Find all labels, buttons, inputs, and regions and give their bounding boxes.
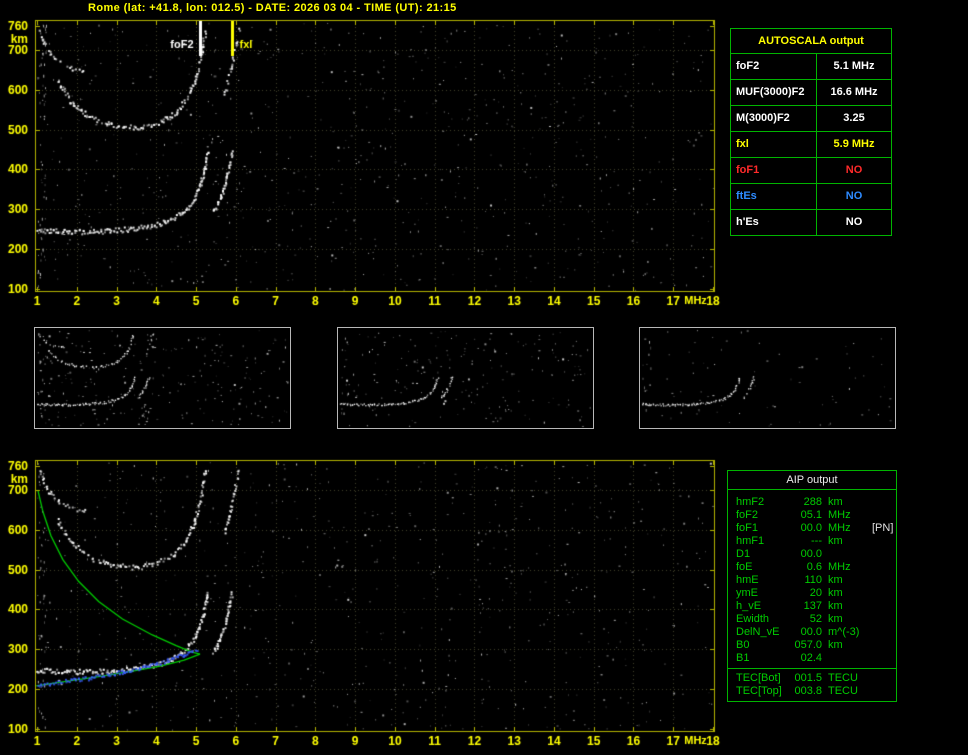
aip-row-unit: km xyxy=(828,600,843,612)
station-date-title: Rome (lat: +41.8, lon: 012.5) - DATE: 20… xyxy=(88,2,457,14)
parameter-value: 3.25 xyxy=(843,112,865,124)
aip-row-b0: B0 057.0 km xyxy=(736,639,896,652)
parameter-value: 5.1 MHz xyxy=(833,60,875,72)
aip-row-label: TEC[Bot] xyxy=(736,672,781,684)
aip-row-value: 02.4 xyxy=(800,652,822,664)
aip-row-hme: hmE 110 km xyxy=(736,574,896,587)
aip-row-value: 288 xyxy=(803,496,822,508)
aip-row-unit: MHz xyxy=(828,509,851,521)
aip-output-title: AIP output xyxy=(728,471,896,490)
parameter-value: NO xyxy=(845,216,863,228)
aip-row-unit: km xyxy=(828,496,843,508)
aip-row-delnve: DelN_vE 00.0 m^(-3) xyxy=(736,626,896,639)
aip-row-label: hmE xyxy=(736,574,759,586)
autoscala-row-fxl: fxl 5.9 MHz xyxy=(731,132,891,158)
parameter-label: h'Es xyxy=(731,210,817,235)
thumbnail-evidence-f2: evidence F2 trace xyxy=(639,327,896,429)
aip-row-value: 003.8 xyxy=(794,685,822,697)
aip-row-label: D1 xyxy=(736,548,751,560)
thumbnail-original-ionogram: original ionogram resized xyxy=(34,327,291,429)
aip-row-hmf2: hmF2 288 km xyxy=(736,496,896,509)
aip-row-unit: MHz xyxy=(828,561,851,573)
aip-row-tectop: TEC[Top] 003.8 TECU xyxy=(736,685,896,698)
autoscala-output-panel: AUTOSCALA output foF2 5.1 MHz MUF(3000)F2 1… xyxy=(730,28,892,236)
main-ionogram-chart xyxy=(0,14,725,314)
aip-row-unit: MHz xyxy=(828,522,851,534)
aip-row-label: TEC[Top] xyxy=(736,685,782,697)
autoscala-row-fof1: foF1 NO xyxy=(731,158,891,184)
autoscala-row-ftes: ftEs NO xyxy=(731,184,891,210)
aip-row-label: Ewidth xyxy=(736,613,770,625)
aip-row-label: DelN_vE xyxy=(736,626,780,638)
aip-row-label: foF1 xyxy=(736,522,759,534)
parameter-label: foF2 xyxy=(731,54,817,79)
aip-row-unit: km xyxy=(828,639,843,651)
aip-row-unit: km xyxy=(828,587,843,599)
autoscala-row-muf3000f2: MUF(3000)F2 16.6 MHz xyxy=(731,80,891,106)
aip-row-value: 05.1 xyxy=(800,509,822,521)
aip-row-value: 00.0 xyxy=(800,522,822,534)
parameter-value: 16.6 MHz xyxy=(830,86,878,98)
aip-row-yme: ymE 20 km xyxy=(736,587,896,600)
aip-row-value: 057.0 xyxy=(794,639,822,651)
aip-row-unit: TECU xyxy=(828,672,858,684)
aip-row-value: 00.0 xyxy=(800,626,822,638)
aip-tec-rows: TEC[Bot] 001.5 TECU TEC[Top] 003.8 TECU xyxy=(728,668,896,701)
aip-row-unit xyxy=(828,548,870,561)
autoscala-app-screen: Rome (lat: +41.8, lon: 012.5) - DATE: 20… xyxy=(0,0,968,755)
parameter-value: 5.9 MHz xyxy=(833,138,875,150)
aip-row-label: foF2 xyxy=(736,509,759,521)
aip-row-unit: km xyxy=(828,613,843,625)
parameter-label: ftEs xyxy=(731,184,817,209)
aip-row-label: ymE xyxy=(736,587,758,599)
aip-row-value: 20 xyxy=(809,587,822,599)
autoscala-rows: foF2 5.1 MHz MUF(3000)F2 16.6 MHz M(3000)F2 3… xyxy=(731,54,891,235)
aip-row-label: hmF1 xyxy=(736,535,765,547)
aip-row-foe: foE 0.6 MHz xyxy=(736,561,896,574)
parameter-label: fxl xyxy=(731,132,817,157)
aip-row-tecbot: TEC[Bot] 001.5 TECU xyxy=(736,672,896,685)
aip-row-label: B1 xyxy=(736,652,750,664)
aip-row-note: [PN] xyxy=(872,522,894,534)
aip-row-hve: h_vE 137 km xyxy=(736,600,896,613)
profile-ionogram-chart xyxy=(0,452,725,755)
aip-row-label: hmF2 xyxy=(736,496,765,508)
aip-row-value: 00.0 xyxy=(800,548,822,560)
parameter-value: NO xyxy=(845,164,863,176)
aip-row-label: h_vE xyxy=(736,600,762,612)
autoscala-row-m3000f2: M(3000)F2 3.25 xyxy=(731,106,891,132)
autoscala-output-title: AUTOSCALA output xyxy=(731,29,891,54)
parameter-label: MUF(3000)F2 xyxy=(731,80,817,105)
aip-row-label: B0 xyxy=(736,639,750,651)
aip-rows: hmF2 288 km foF2 05.1 MHz foF1 00.0 MHz [PN] hmF1 -… xyxy=(728,490,896,668)
thumbnail-eliminate-reflections-image xyxy=(337,327,594,429)
thumbnail-eliminate-reflections: eliminate multiple reflections xyxy=(337,327,594,429)
aip-row-value: 0.6 xyxy=(806,561,822,573)
aip-row-value: --- xyxy=(811,535,822,547)
aip-row-unit: m^(-3) xyxy=(828,626,860,638)
aip-output-panel: AIP output hmF2 288 km foF2 05.1 MHz foF1 00.0 M… xyxy=(727,470,897,702)
autoscala-row-hes: h'Es NO xyxy=(731,210,891,235)
autoscala-row-fof2: foF2 5.1 MHz xyxy=(731,54,891,80)
aip-row-unit: TECU xyxy=(828,685,858,697)
aip-row-value: 137 xyxy=(803,600,822,612)
aip-row-fof1: foF1 00.0 MHz [PN] xyxy=(736,522,896,535)
aip-row-label: foE xyxy=(736,561,753,573)
aip-row-unit xyxy=(828,652,870,665)
thumbnail-original-ionogram-image xyxy=(34,327,291,429)
aip-row-hmf1: hmF1 --- km xyxy=(736,535,896,548)
aip-row-fof2: foF2 05.1 MHz xyxy=(736,509,896,522)
thumbnail-evidence-f2-image xyxy=(639,327,896,429)
aip-row-d1: D1 00.0 xyxy=(736,548,896,561)
parameter-label: foF1 xyxy=(731,158,817,183)
aip-row-ewidth: Ewidth 52 km xyxy=(736,613,896,626)
aip-row-b1: B1 02.4 xyxy=(736,652,896,665)
parameter-label: M(3000)F2 xyxy=(731,106,817,131)
parameter-value: NO xyxy=(845,190,863,202)
aip-row-value: 110 xyxy=(804,574,822,586)
aip-row-value: 001.5 xyxy=(794,672,822,684)
aip-row-value: 52 xyxy=(809,613,822,625)
aip-row-unit: km xyxy=(828,574,843,586)
aip-row-unit: km xyxy=(828,535,843,547)
